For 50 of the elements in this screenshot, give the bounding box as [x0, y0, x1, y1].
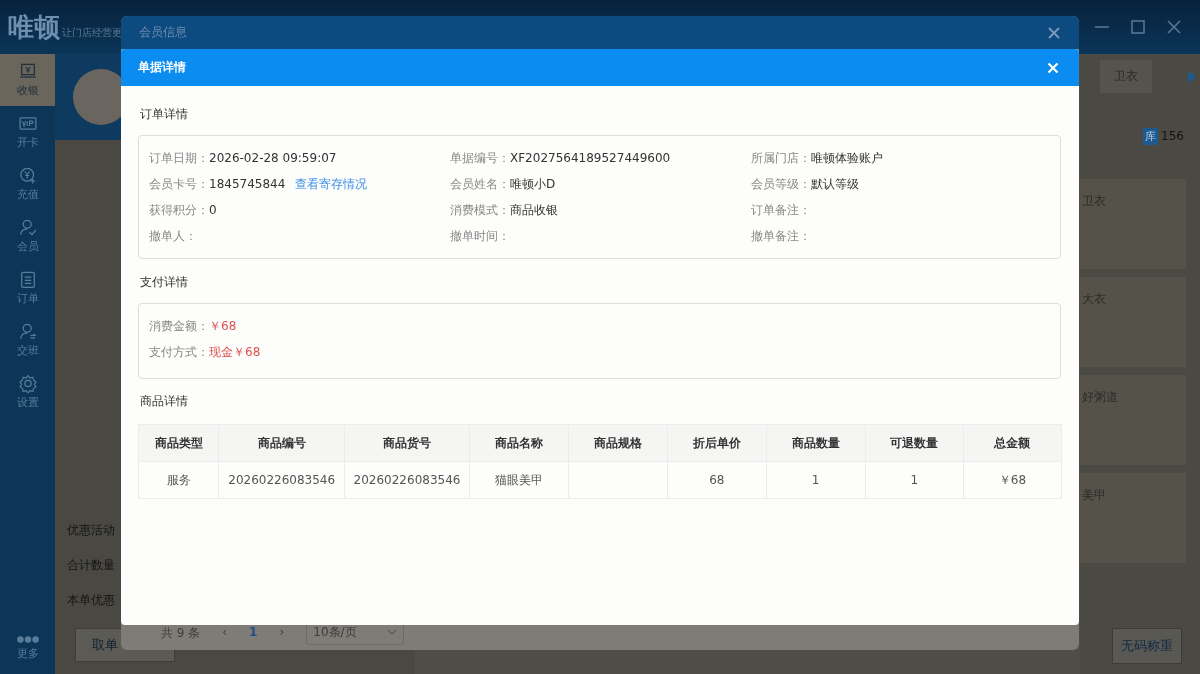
field-label: 会员姓名： — [450, 175, 510, 193]
table-cell: 1 — [865, 461, 964, 499]
field-label: 撤单人： — [149, 227, 197, 245]
table-cell: 1 — [766, 461, 866, 499]
field-label: 撤单备注： — [751, 227, 811, 245]
field-label: 消费模式： — [450, 201, 510, 219]
dialog-title: 会员信息 — [139, 24, 187, 41]
field-value: 0 — [209, 203, 217, 217]
table-cell: 猫眼美甲 — [469, 461, 569, 499]
column-header: 商品货号 — [344, 424, 470, 462]
field-label: 订单日期： — [149, 149, 209, 167]
column-header: 折后单价 — [667, 424, 766, 462]
table-cell: 68 — [667, 461, 766, 499]
section-title: 订单详情 — [140, 106, 189, 123]
column-header: 商品名称 — [469, 424, 569, 462]
field-label: 会员等级： — [751, 175, 811, 193]
field-value: 商品收银 — [510, 201, 558, 219]
amount-value: 现金￥68 — [209, 343, 261, 361]
section-title: 支付详情 — [140, 274, 189, 291]
column-header: 商品类型 — [138, 424, 219, 462]
field-value: 1845745844 — [209, 177, 286, 191]
field-label: 获得积分： — [149, 201, 209, 219]
amount-value: ￥68 — [209, 317, 237, 335]
dialog-title: 单据详情 — [138, 59, 186, 76]
column-header: 可退数量 — [865, 424, 964, 462]
app-slogan: 让门店经营更 — [62, 26, 122, 40]
table-cell: 服务 — [138, 461, 219, 499]
app-logo: 唯顿 — [8, 14, 60, 40]
table-cell: ￥68 — [963, 461, 1062, 499]
field-value: 唯顿小D — [510, 175, 556, 193]
field-label: 单据编号： — [450, 149, 510, 167]
table-cell: 20260226083546 — [344, 461, 470, 499]
field-label: 订单备注： — [751, 201, 811, 219]
field-value: XF2027564189527449600 — [510, 151, 671, 165]
column-header: 商品规格 — [568, 424, 668, 462]
field-label: 所属门店： — [751, 149, 811, 167]
column-header: 商品编号 — [218, 424, 345, 462]
field-value: 默认等级 — [811, 175, 859, 193]
field-label: 撤单时间： — [450, 227, 510, 245]
column-header: 商品数量 — [766, 424, 866, 462]
field-value: 唯顿体验账户 — [811, 149, 883, 167]
stock-badge: 库 — [1143, 127, 1159, 145]
column-header: 总金额 — [963, 424, 1062, 462]
total-count: 共 9 条 — [161, 625, 201, 642]
field-label: 消费金额： — [149, 317, 209, 335]
field-label: 会员卡号： — [149, 175, 209, 193]
field-label: 支付方式： — [149, 343, 209, 361]
field-value: 2026-02-28 09:59:07 — [209, 151, 337, 165]
section-title: 商品详情 — [140, 393, 189, 410]
table-cell: 20260226083546 — [218, 461, 345, 499]
